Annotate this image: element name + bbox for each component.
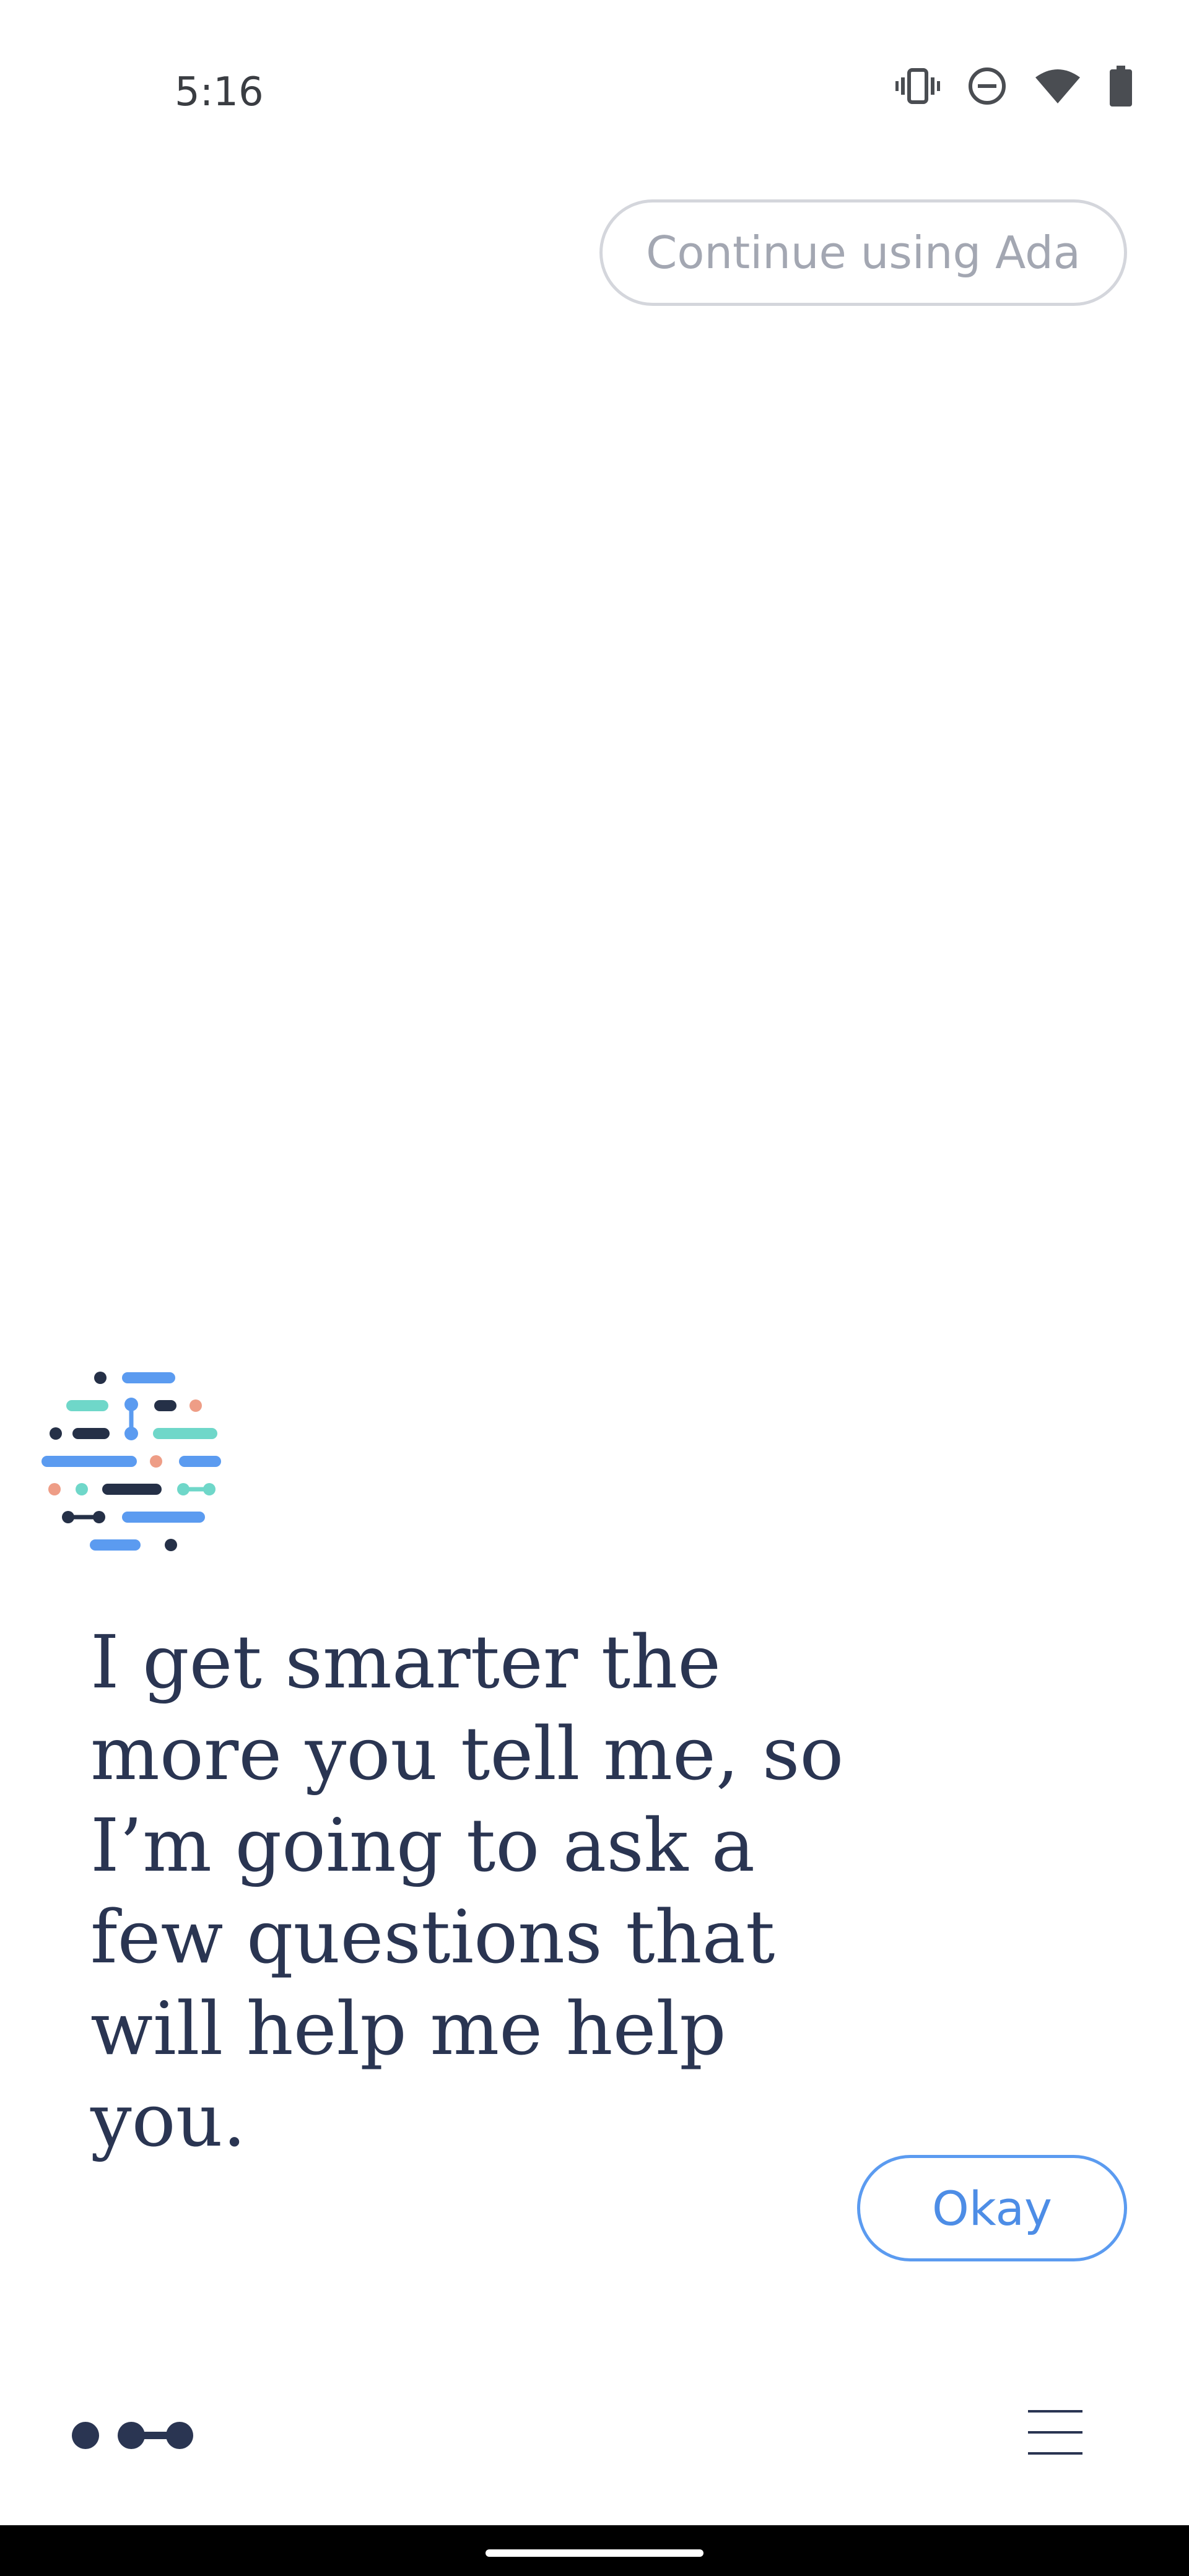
vibrate-icon <box>895 68 940 104</box>
status-icons <box>895 66 1133 107</box>
status-bar: 5:16 <box>0 0 1189 186</box>
continue-using-ada-button[interactable]: Continue using Ada <box>599 199 1127 306</box>
ada-connect-icon[interactable] <box>68 2414 198 2457</box>
do-not-disturb-icon <box>969 67 1006 105</box>
okay-button[interactable]: Okay <box>857 2155 1127 2261</box>
hamburger-menu-icon[interactable] <box>1026 2408 1085 2457</box>
assistant-message: I get smarter the more you tell me, so I… <box>90 1619 844 2163</box>
battery-icon <box>1110 66 1132 107</box>
wifi-icon <box>1035 69 1080 103</box>
status-time: 5:16 <box>175 69 264 115</box>
home-indicator[interactable] <box>486 2549 703 2557</box>
ada-logo <box>41 1372 221 1551</box>
